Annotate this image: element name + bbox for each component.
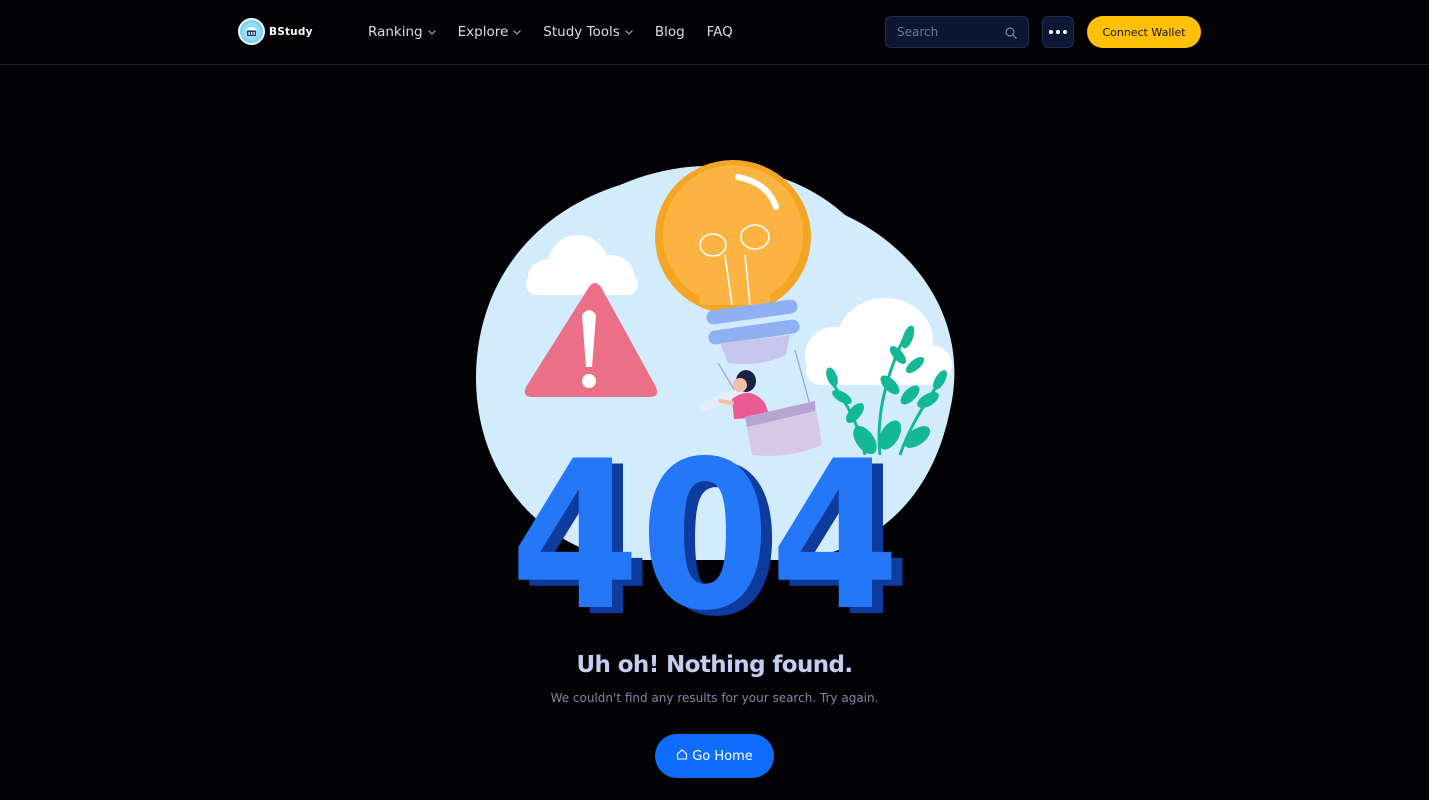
nav-item-study-tools[interactable]: Study Tools	[543, 24, 633, 40]
search-icon[interactable]	[1005, 26, 1017, 44]
house-icon	[676, 748, 688, 764]
svg-text:404: 404	[510, 418, 900, 620]
page-title: Uh oh! Nothing found.	[576, 652, 853, 678]
nav-label: FAQ	[706, 24, 733, 40]
chevron-down-icon	[427, 30, 436, 35]
main-nav: Ranking Explore Study Tools Blog FAQ	[368, 0, 755, 64]
nav-label: Blog	[654, 24, 685, 40]
nav-item-faq[interactable]: FAQ	[707, 24, 733, 40]
brand-logo[interactable]: BStudy	[238, 18, 313, 45]
nav-item-explore[interactable]: Explore	[458, 24, 522, 40]
nav-item-blog[interactable]: Blog	[655, 24, 685, 40]
connect-wallet-button[interactable]: Connect Wallet	[1087, 16, 1201, 48]
error-code-404: 404 404	[510, 418, 911, 662]
page-subtitle: We couldn't find any results for your se…	[550, 691, 879, 705]
brand-name: BStudy	[269, 25, 313, 38]
go-home-label: Go Home	[692, 748, 753, 764]
top-navbar: BStudy Ranking Explore Study Tools Blog …	[0, 0, 1429, 65]
search-box	[885, 16, 1029, 48]
go-home-button[interactable]: Go Home	[655, 734, 774, 778]
chevron-down-icon	[624, 30, 633, 35]
not-found-illustration: 404 404	[470, 155, 960, 662]
chevron-down-icon	[513, 30, 522, 35]
nav-label: Study Tools	[543, 24, 620, 40]
logo-emblem-icon	[238, 18, 265, 45]
nav-item-ranking[interactable]: Ranking	[368, 24, 436, 40]
more-options-button[interactable]	[1042, 16, 1074, 48]
nav-label: Explore	[457, 24, 509, 40]
ellipsis-icon	[1049, 30, 1067, 34]
nav-label: Ranking	[368, 24, 423, 40]
